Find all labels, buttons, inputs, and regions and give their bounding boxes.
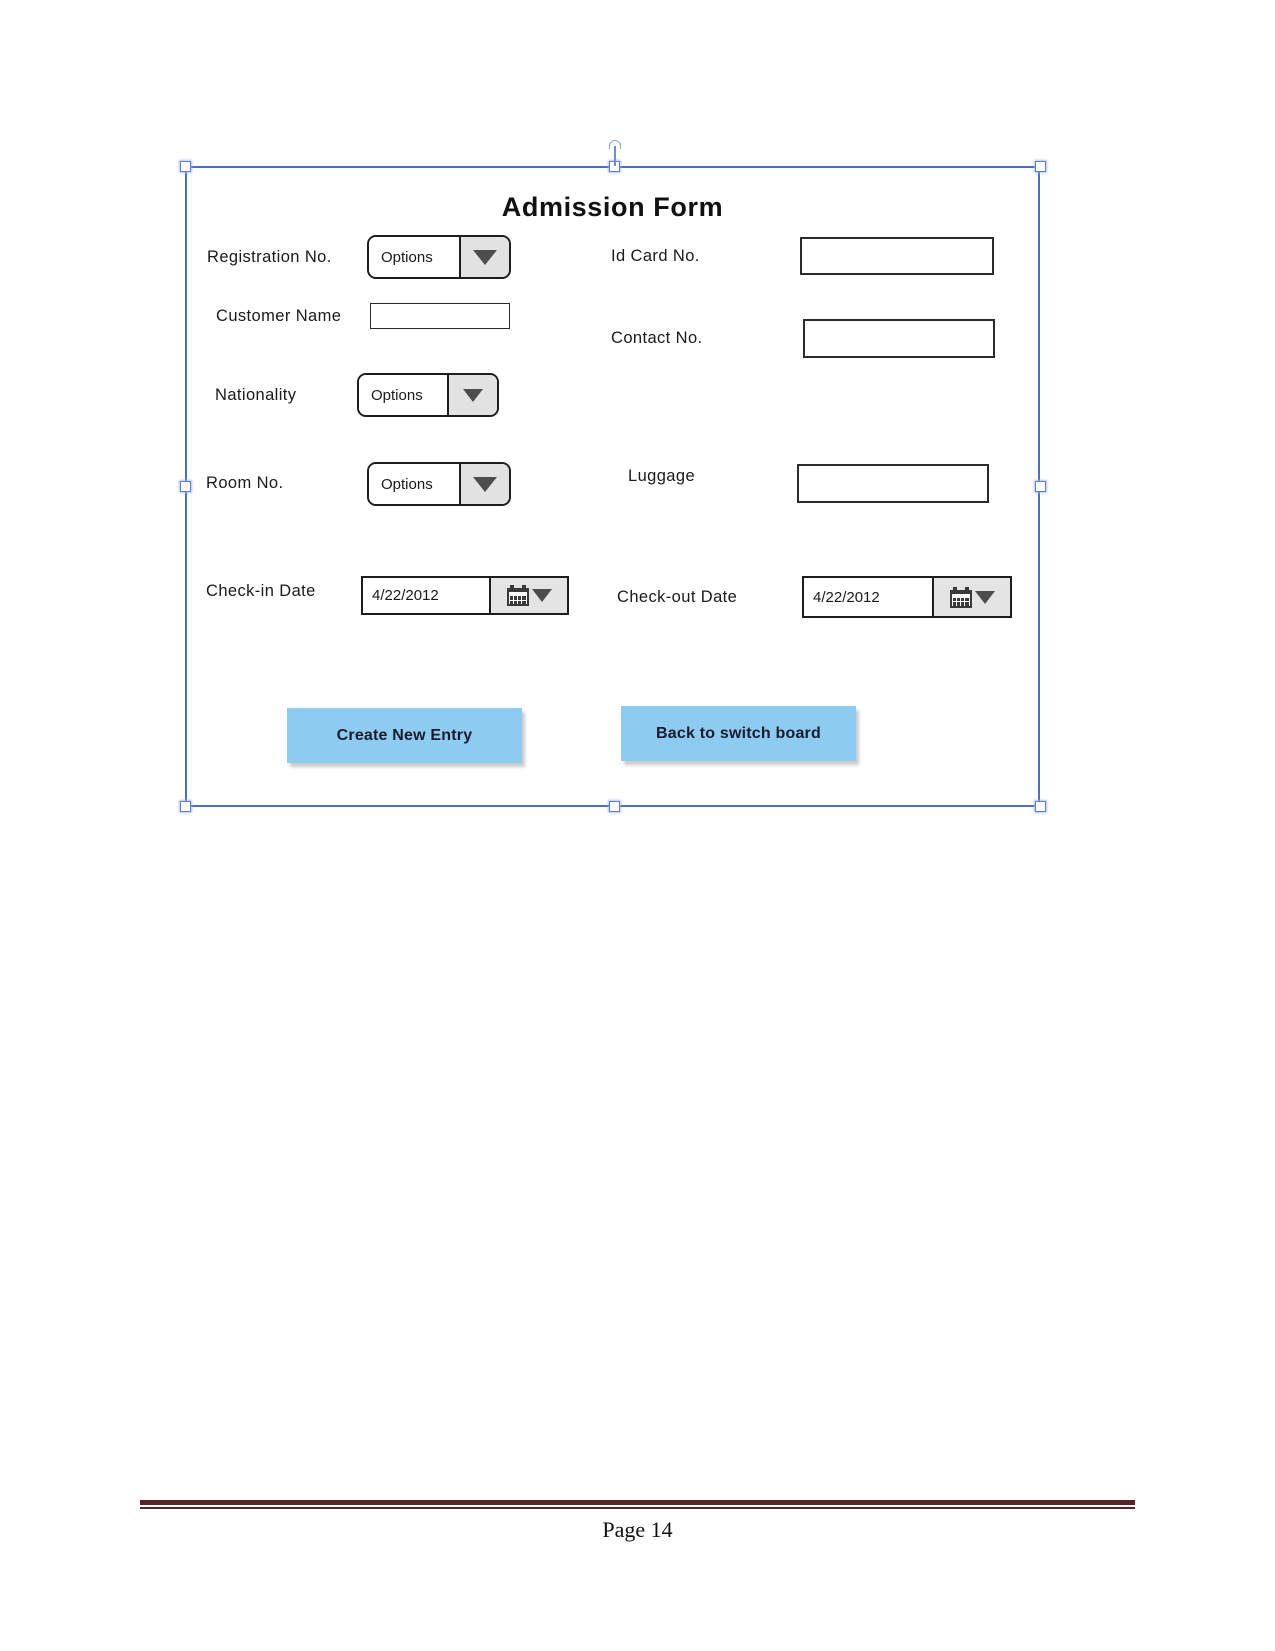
registration-no-label: Registration No. (207, 248, 332, 266)
page-footer: Page 14 (140, 1500, 1135, 1543)
chevron-down-icon (974, 590, 995, 604)
nationality-label: Nationality (215, 386, 297, 404)
luggage-label: Luggage (628, 467, 696, 485)
chevron-down-icon (531, 589, 552, 602)
room-no-label: Room No. (206, 474, 284, 492)
room-no-combobox[interactable]: Options (367, 462, 511, 506)
nationality-value: Options (359, 375, 447, 415)
resize-handle-bottom-left[interactable] (180, 801, 191, 812)
registration-no-value: Options (369, 237, 459, 277)
resize-handle-bottom-center[interactable] (609, 801, 620, 812)
check-in-calendar-button[interactable] (489, 578, 567, 613)
check-out-date-label: Check-out Date (617, 588, 738, 606)
room-no-dropdown-button[interactable] (459, 464, 509, 504)
check-out-date-picker[interactable]: 4/22/2012 (802, 576, 1012, 618)
chevron-down-icon (463, 388, 483, 402)
id-card-no-label: Id Card No. (611, 247, 700, 265)
resize-handle-bottom-right[interactable] (1035, 801, 1046, 812)
check-out-calendar-button[interactable] (932, 578, 1010, 616)
form-selection-frame[interactable]: Admission Form Registration No. Options … (185, 166, 1040, 807)
calendar-icon (506, 585, 529, 606)
customer-name-input[interactable] (370, 303, 510, 329)
check-out-date-value: 4/22/2012 (804, 578, 932, 616)
registration-no-dropdown-button[interactable] (459, 237, 509, 277)
check-in-date-value: 4/22/2012 (363, 578, 489, 613)
check-in-date-picker[interactable]: 4/22/2012 (361, 576, 569, 615)
calendar-icon (949, 586, 972, 608)
contact-no-label: Contact No. (611, 329, 703, 347)
chevron-down-icon (473, 249, 497, 265)
back-to-switch-board-button[interactable]: Back to switch board (621, 706, 856, 761)
resize-handle-middle-left[interactable] (180, 481, 191, 492)
rotation-handle[interactable] (608, 140, 622, 166)
resize-handle-top-right[interactable] (1035, 161, 1046, 172)
chevron-down-icon (473, 476, 497, 492)
page-title: Admission Form (501, 192, 724, 222)
luggage-input[interactable] (797, 464, 989, 503)
resize-handle-middle-right[interactable] (1035, 481, 1046, 492)
admission-form-canvas: Admission Form Registration No. Options … (187, 168, 1038, 805)
footer-rule-thin (140, 1507, 1135, 1509)
registration-no-combobox[interactable]: Options (367, 235, 511, 279)
check-in-date-label: Check-in Date (206, 582, 316, 600)
nationality-combobox[interactable]: Options (357, 373, 499, 417)
nationality-dropdown-button[interactable] (447, 375, 497, 415)
id-card-no-input[interactable] (800, 237, 994, 275)
page-number: Page 14 (602, 1516, 673, 1542)
resize-handle-top-left[interactable] (180, 161, 191, 172)
customer-name-label: Customer Name (216, 307, 342, 325)
create-new-entry-button[interactable]: Create New Entry (287, 708, 522, 763)
contact-no-input[interactable] (803, 319, 995, 358)
room-no-value: Options (369, 464, 459, 504)
